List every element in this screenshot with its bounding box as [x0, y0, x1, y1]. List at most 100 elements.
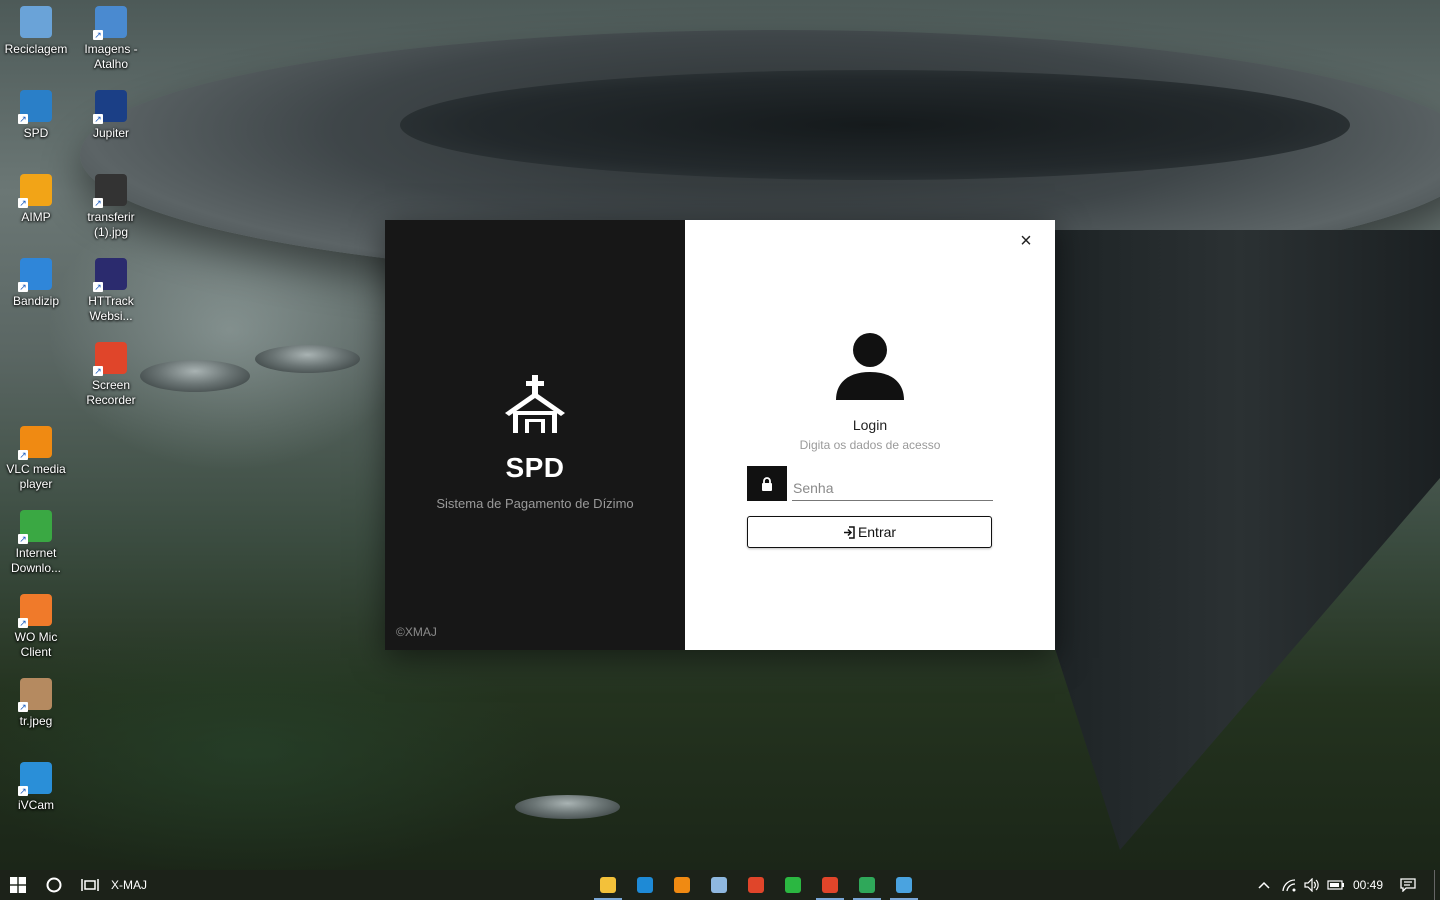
shortcut-arrow-icon: ↗ [18, 450, 28, 460]
taskbar-app-glyph [748, 877, 764, 893]
wallpaper-ufo [515, 795, 620, 819]
desktop-icon[interactable]: ↗ SPD [0, 90, 72, 141]
desktop-icon-label: Reciclagem [4, 42, 68, 56]
sign-in-icon [843, 525, 855, 539]
task-view-icon[interactable] [74, 870, 106, 900]
ivcam-icon: ↗ [18, 762, 52, 796]
desktop-icon-label: WO Mic Client [14, 630, 58, 659]
wallpaper-ufo [255, 345, 360, 373]
shortcut-arrow-icon: ↗ [93, 198, 103, 208]
image-file-icon: ↗ [93, 174, 127, 208]
taskbar-app-glyph [785, 877, 801, 893]
shortcut-arrow-icon: ↗ [18, 534, 28, 544]
desktop-icon[interactable]: ↗ iVCam [0, 762, 72, 813]
vlc-icon[interactable] [664, 870, 700, 900]
chevron-up-icon[interactable] [1254, 870, 1274, 900]
desktop-icon-label: AIMP [21, 210, 51, 224]
desktop-icon[interactable]: ↗ Bandizip [0, 258, 72, 309]
enter-button-label: Entrar [857, 524, 897, 540]
vlc-icon: ↗ [18, 426, 52, 460]
lock-icon [762, 476, 772, 491]
shortcut-arrow-icon: ↗ [18, 702, 28, 712]
desktop-icon[interactable]: ↗ WO Mic Client [0, 594, 72, 660]
brand-panel: SPD Sistema de Pagamento de Dízimo ©XMAJ [385, 220, 685, 650]
taskbar-app-glyph [711, 877, 727, 893]
shortcut-arrow-icon: ↗ [18, 618, 28, 628]
desktop-icon-label: Bandizip [12, 294, 60, 308]
clock-time[interactable]: 00:49 [1350, 870, 1386, 900]
taskbar-app-glyph [822, 877, 838, 893]
screen-recorder-icon: ↗ [93, 342, 127, 376]
desktop-icon-label: transferir (1).jpg [87, 210, 135, 239]
shortcut-arrow-icon: ↗ [18, 282, 28, 292]
windows-start-icon[interactable] [0, 870, 36, 900]
battery-icon[interactable] [1325, 870, 1347, 900]
desktop-icon[interactable]: ↗ VLC media player [0, 426, 72, 492]
wallpaper-ufo [140, 360, 250, 392]
login-form-panel: × Login Digita os dados de acesso Entrar [685, 220, 1055, 650]
speaker-icon[interactable] [1302, 870, 1322, 900]
desktop-icon[interactable]: ↗ Imagens - Atalho [75, 6, 147, 72]
jupiter-icon: ↗ [93, 90, 127, 124]
taskbar-app-glyph [674, 877, 690, 893]
desktop-icon[interactable]: ↗ Internet Downlo... [0, 510, 72, 576]
httrack-icon: ↗ [93, 258, 127, 292]
password-field[interactable] [792, 476, 993, 501]
spd-app-icon[interactable] [886, 870, 922, 900]
shortcut-arrow-icon: ↗ [18, 786, 28, 796]
enter-button[interactable]: Entrar [747, 516, 992, 548]
shortcut-arrow-icon: ↗ [18, 198, 28, 208]
cortana-circle-icon[interactable] [38, 870, 70, 900]
desktop-icon-label: Imagens - Atalho [84, 42, 138, 71]
taskbar-user-label[interactable]: X-MAJ [111, 870, 151, 900]
desktop-icon-label: HTTrack Websi... [88, 294, 134, 323]
desktop-icon[interactable]: ↗ transferir (1).jpg [75, 174, 147, 240]
chrome-icon[interactable] [738, 870, 774, 900]
lock-icon-box [747, 466, 787, 501]
shortcut-arrow-icon: ↗ [93, 282, 103, 292]
shortcut-arrow-icon: ↗ [93, 30, 103, 40]
chrome-icon[interactable] [812, 870, 848, 900]
recycle-bin-icon [20, 6, 52, 38]
notification-icon[interactable] [1395, 870, 1421, 900]
shortcut-arrow-icon: ↗ [93, 366, 103, 376]
copyright-text: ©XMAJ [396, 625, 437, 639]
whatsapp-icon[interactable] [775, 870, 811, 900]
notepad-icon[interactable] [701, 870, 737, 900]
show-desktop-button[interactable] [1434, 870, 1440, 900]
desktop-icon-label: Screen Recorder [86, 378, 136, 407]
desktop-icon-label: Jupiter [92, 126, 130, 140]
app-subtitle: Sistema de Pagamento de Dízimo [436, 496, 634, 511]
file-explorer-icon[interactable] [590, 870, 626, 900]
desktop-icon[interactable]: Reciclagem [0, 6, 72, 57]
vscode-icon[interactable] [627, 870, 663, 900]
wifi-icon[interactable] [1278, 870, 1300, 900]
desktop-icon-label: VLC media player [6, 462, 66, 491]
desktop-icon[interactable]: ↗ HTTrack Websi... [75, 258, 147, 324]
desktop-icon[interactable]: ↗ tr.jpeg [0, 678, 72, 729]
church-icon [505, 375, 565, 433]
aimp-icon: ↗ [18, 174, 52, 208]
shortcut-arrow-icon: ↗ [93, 114, 103, 124]
app-title: SPD [505, 452, 565, 483]
internet-download-manager-icon: ↗ [18, 510, 52, 544]
wallpaper-spaceship-hull [1040, 230, 1440, 850]
microphone-icon: ↗ [18, 594, 52, 628]
desktop-icon-label: Internet Downlo... [10, 546, 62, 575]
taskbar-app-glyph [896, 877, 912, 893]
desktop-icon[interactable]: ↗ Jupiter [75, 90, 147, 141]
taskbar-app-glyph [859, 877, 875, 893]
spd-app-icon: ↗ [18, 90, 52, 124]
desktop-icon-label: tr.jpeg [19, 714, 53, 728]
git-icon[interactable] [849, 870, 885, 900]
desktop-icon-label: iVCam [17, 798, 54, 812]
user-icon [836, 333, 904, 400]
login-dialog: SPD Sistema de Pagamento de Dízimo ©XMAJ… [385, 220, 1055, 650]
shortcut-arrow-icon: ↗ [18, 114, 28, 124]
desktop-icon[interactable]: ↗ AIMP [0, 174, 72, 225]
image-file-icon: ↗ [18, 678, 52, 712]
login-subtitle: Digita os dados de acesso [799, 438, 941, 452]
close-button[interactable]: × [1017, 231, 1035, 251]
desktop-icon[interactable]: ↗ Screen Recorder [75, 342, 147, 408]
login-title: Login [852, 417, 888, 433]
